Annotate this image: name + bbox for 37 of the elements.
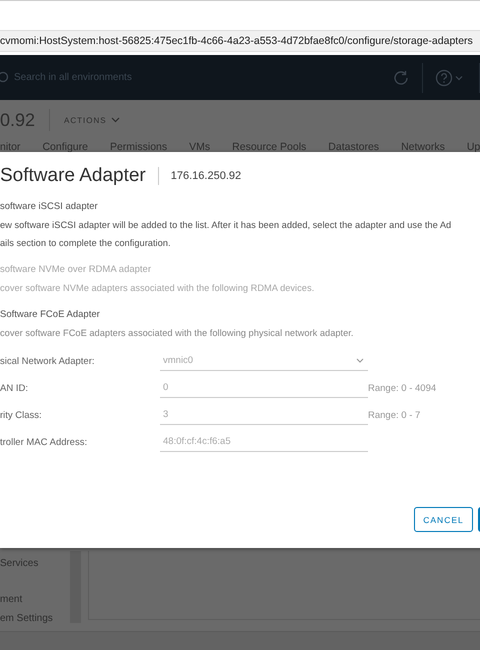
tab[interactable]: Configure	[42, 140, 88, 155]
chevron-icon	[110, 117, 120, 124]
input-field[interactable]: 3	[160, 405, 368, 425]
field-label: rity Class:	[0, 410, 43, 420]
sidebar-item[interactable]: ment	[0, 594, 70, 606]
input-field[interactable]: 48:0f:cf:4c:f6:a5	[160, 432, 368, 452]
dialog-subtitle: 176.16.250.92	[170, 170, 242, 182]
splitter-handle[interactable]	[70, 550, 81, 623]
sidebar-item[interactable]: em Settings	[0, 612, 70, 625]
address-bar[interactable]: cvmomi:HostSystem:host-56825:475ec1fb-4c66-4a23-a553-4d72bfae8fc0/configure/storage-adapters	[0, 30, 480, 52]
tab[interactable]: Datastores	[328, 140, 380, 155]
tab[interactable]: Networks	[401, 140, 445, 155]
field-label: sical Network Adapter:	[0, 356, 96, 366]
chevron-icon	[356, 358, 364, 363]
sidebar-item[interactable]: Services	[0, 558, 70, 570]
option-description: ails section to complete the configuration.	[0, 237, 172, 250]
cancel-button[interactable]: CANCEL	[414, 507, 473, 532]
tab[interactable]: nitor	[0, 140, 20, 155]
adapter-select[interactable]: vmnic0	[160, 351, 368, 371]
option-description: cover software FCoE adapters associated with the following physical network adapter.	[0, 327, 354, 340]
option-label[interactable]: Software FCoE Adapter	[0, 306, 480, 324]
range-hint: Range: 0 - 4094	[368, 382, 436, 394]
option-description: cover software NVMe adapters associated with the following RDMA devices.	[0, 282, 316, 295]
tab[interactable]: VMs	[189, 140, 210, 155]
actions-menu[interactable]: ACTIONS	[64, 116, 120, 125]
tab[interactable]: Resource Pools	[232, 140, 306, 155]
range-hint: Range: 0 - 7	[368, 410, 420, 420]
tab[interactable]: Permissions	[110, 140, 168, 155]
field-label: troller MAC Address:	[0, 436, 88, 448]
option-description: ew software iSCSI adapter will be added to the list. After it has been added, select the adapter and use the Ad	[0, 219, 452, 232]
field-label: AN ID:	[0, 382, 29, 394]
option-label[interactable]: software iSCSI adapter	[0, 198, 480, 216]
host-title: 0.92	[0, 110, 36, 131]
input-field[interactable]: 0	[160, 378, 368, 398]
refresh-icon[interactable]	[392, 68, 410, 86]
tab[interactable]: Up	[466, 140, 480, 155]
dialog-title: Software Adapter	[0, 165, 146, 187]
